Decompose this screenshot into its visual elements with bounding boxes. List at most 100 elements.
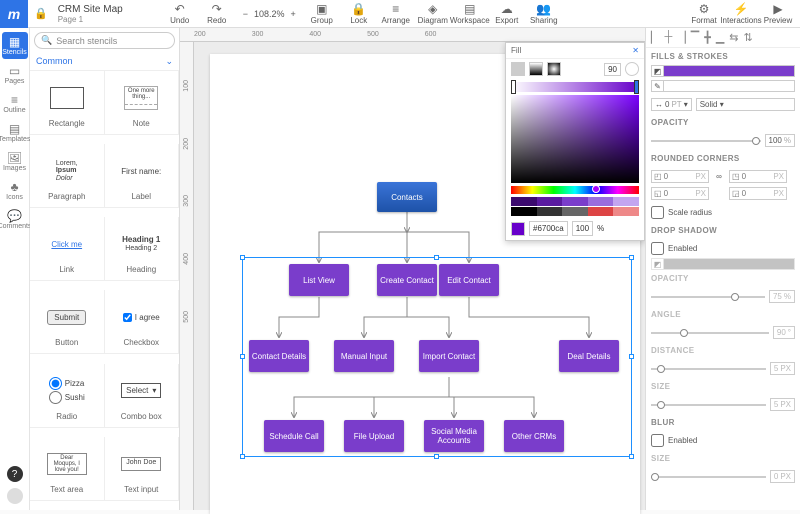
align-right-icon[interactable]: ▕ — [677, 31, 685, 44]
blur-enabled-checkbox[interactable]: Enabled — [646, 431, 800, 450]
diagram-button[interactable]: ◈Diagram — [415, 2, 451, 25]
distribute-h-icon[interactable]: ⇆ — [729, 31, 738, 44]
align-top-icon[interactable]: ▔ — [691, 31, 699, 44]
shadow-angle-value[interactable]: 90 ° — [773, 326, 795, 339]
link-corners-icon[interactable]: ∞ — [713, 170, 725, 183]
blur-size-slider[interactable] — [651, 476, 766, 478]
stencil-textarea[interactable]: Dear Moqups, I love you!Text area — [30, 437, 105, 501]
align-center-h-icon[interactable]: ┼ — [664, 31, 672, 44]
stencil-checkbox[interactable]: I agreeCheckbox — [105, 290, 180, 354]
stroke-picker-icon[interactable]: ✎ — [652, 81, 664, 91]
fill-opacity-input[interactable]: 90 — [604, 63, 621, 76]
rail-icons[interactable]: ♣Icons — [2, 177, 28, 204]
zoom-in-icon[interactable]: + — [291, 9, 296, 19]
sharing-button[interactable]: 👥Sharing — [526, 2, 562, 25]
opacity-slider[interactable] — [651, 140, 761, 142]
stencil-paragraph[interactable]: Lorem,IpsumDolorParagraph — [30, 144, 105, 208]
canvas[interactable]: 200300400500600 100200300400500 Contacts… — [180, 28, 645, 510]
rail-outline[interactable]: ≡Outline — [2, 90, 28, 117]
shadow-color-bar[interactable]: ◩ — [651, 258, 795, 270]
hex-input[interactable]: #6700ca — [529, 221, 568, 236]
stencil-radio[interactable]: PizzaSushiRadio — [30, 364, 105, 428]
interactions-icon: ⚡ — [734, 2, 749, 15]
selection-box[interactable] — [242, 257, 632, 457]
templates-icon: ▤ — [9, 122, 20, 136]
stencil-heading[interactable]: Heading 1Heading 2Heading — [105, 217, 180, 281]
shadow-enabled-checkbox[interactable]: Enabled — [646, 239, 800, 258]
help-button[interactable]: ? — [7, 466, 23, 482]
palette-purple[interactable] — [511, 197, 639, 206]
close-icon[interactable]: ✕ — [632, 46, 639, 55]
arrange-button[interactable]: ≡Arrange — [378, 2, 414, 25]
zoom-out-icon[interactable]: − — [243, 9, 248, 19]
fill-type-solid[interactable] — [511, 62, 525, 76]
color-field[interactable] — [511, 95, 639, 183]
stencil-combobox[interactable]: Select ▾Combo box — [105, 364, 180, 428]
workspace-button[interactable]: ▤Workspace — [452, 2, 488, 25]
stencil-category[interactable]: Common ⌄ — [30, 53, 179, 71]
opacity-value[interactable]: 100 % — [765, 134, 795, 147]
rail-pages[interactable]: ▭Pages — [2, 61, 28, 88]
stencil-link[interactable]: Click meLink — [30, 217, 105, 281]
group-icon: ▣ — [316, 2, 327, 15]
user-avatar[interactable] — [7, 488, 23, 504]
stencil-note[interactable]: One more thing...Note — [105, 71, 180, 135]
undo-button[interactable]: ↶Undo — [162, 2, 198, 25]
node-contacts[interactable]: Contacts — [377, 182, 437, 212]
images-icon: 🖼 — [7, 151, 22, 165]
rail-templates[interactable]: ▤Templates — [2, 119, 28, 146]
align-center-v-icon[interactable]: ╋ — [704, 31, 711, 44]
corner-tl[interactable]: ◰ 0 PX — [651, 170, 709, 183]
topbar: m 🔒 CRM Site Map Page 1 ↶Undo ↷Redo − 10… — [0, 0, 800, 28]
preview-icon: ▶ — [773, 2, 782, 15]
alpha-input[interactable]: 100 — [572, 221, 593, 236]
interactions-button[interactable]: ⚡Interactions — [723, 2, 759, 25]
align-left-icon[interactable]: ▏ — [651, 31, 659, 44]
corner-br[interactable]: ◲ 0 PX — [729, 187, 787, 200]
shadow-size-slider[interactable] — [651, 404, 766, 406]
document-title-block[interactable]: CRM Site Map Page 1 — [52, 4, 162, 24]
stroke-width-input[interactable]: ↔ 0 PT ▾ — [651, 98, 692, 111]
rail-comments[interactable]: 💬Comments — [2, 206, 28, 233]
stencil-textinput[interactable]: John DoeText input — [105, 437, 180, 501]
section-blur: BLUR — [646, 414, 800, 431]
shadow-distance-slider[interactable] — [651, 368, 766, 370]
fill-picker-icon[interactable]: ◩ — [652, 66, 664, 76]
stencil-rectangle[interactable]: Rectangle — [30, 71, 105, 135]
shadow-opacity-slider[interactable] — [651, 296, 765, 298]
rail-images[interactable]: 🖼Images — [2, 148, 28, 175]
gradient-bar[interactable] — [511, 82, 639, 92]
corner-bl[interactable]: ◱ 0 PX — [651, 187, 709, 200]
redo-button[interactable]: ↷Redo — [199, 2, 235, 25]
shadow-angle-slider[interactable] — [651, 332, 769, 334]
rail-stencils[interactable]: ▦Stencils — [2, 32, 28, 59]
shadow-distance-value[interactable]: 5 PX — [770, 362, 795, 375]
blur-size-value[interactable]: 0 PX — [770, 470, 795, 483]
shadow-size-value[interactable]: 5 PX — [770, 398, 795, 411]
stencil-label[interactable]: First name:Label — [105, 144, 180, 208]
zoom-control[interactable]: − 108.2% + — [235, 9, 304, 19]
undo-icon: ↶ — [175, 2, 185, 15]
shadow-opacity-value[interactable]: 75 % — [769, 290, 795, 303]
stroke-style-select[interactable]: Solid ▾ — [696, 98, 795, 111]
fill-color-bar[interactable]: ◩ — [651, 65, 795, 77]
angle-dial[interactable] — [625, 62, 639, 76]
format-button[interactable]: ⚙Format — [686, 2, 722, 25]
preview-button[interactable]: ▶Preview — [760, 2, 796, 25]
arrange-icon: ≡ — [392, 2, 399, 15]
fill-type-radial[interactable] — [547, 62, 561, 76]
stroke-color-bar[interactable]: ✎ — [651, 80, 795, 92]
hue-slider[interactable] — [511, 186, 639, 194]
lock-button[interactable]: 🔒Lock — [341, 2, 377, 25]
fill-type-linear[interactable] — [529, 62, 543, 76]
search-input[interactable]: 🔍 Search stencils — [34, 32, 175, 49]
export-button[interactable]: ☁Export — [489, 2, 525, 25]
align-bottom-icon[interactable]: ▁ — [716, 31, 724, 44]
group-button[interactable]: ▣Group — [304, 2, 340, 25]
distribute-v-icon[interactable]: ⇅ — [744, 31, 753, 44]
icons-icon: ♣ — [11, 180, 19, 194]
corner-tr[interactable]: ◳ 0 PX — [729, 170, 787, 183]
palette-recent[interactable] — [511, 207, 639, 216]
stencil-button[interactable]: SubmitButton — [30, 290, 105, 354]
scale-radius-checkbox[interactable]: Scale radius — [646, 203, 800, 222]
